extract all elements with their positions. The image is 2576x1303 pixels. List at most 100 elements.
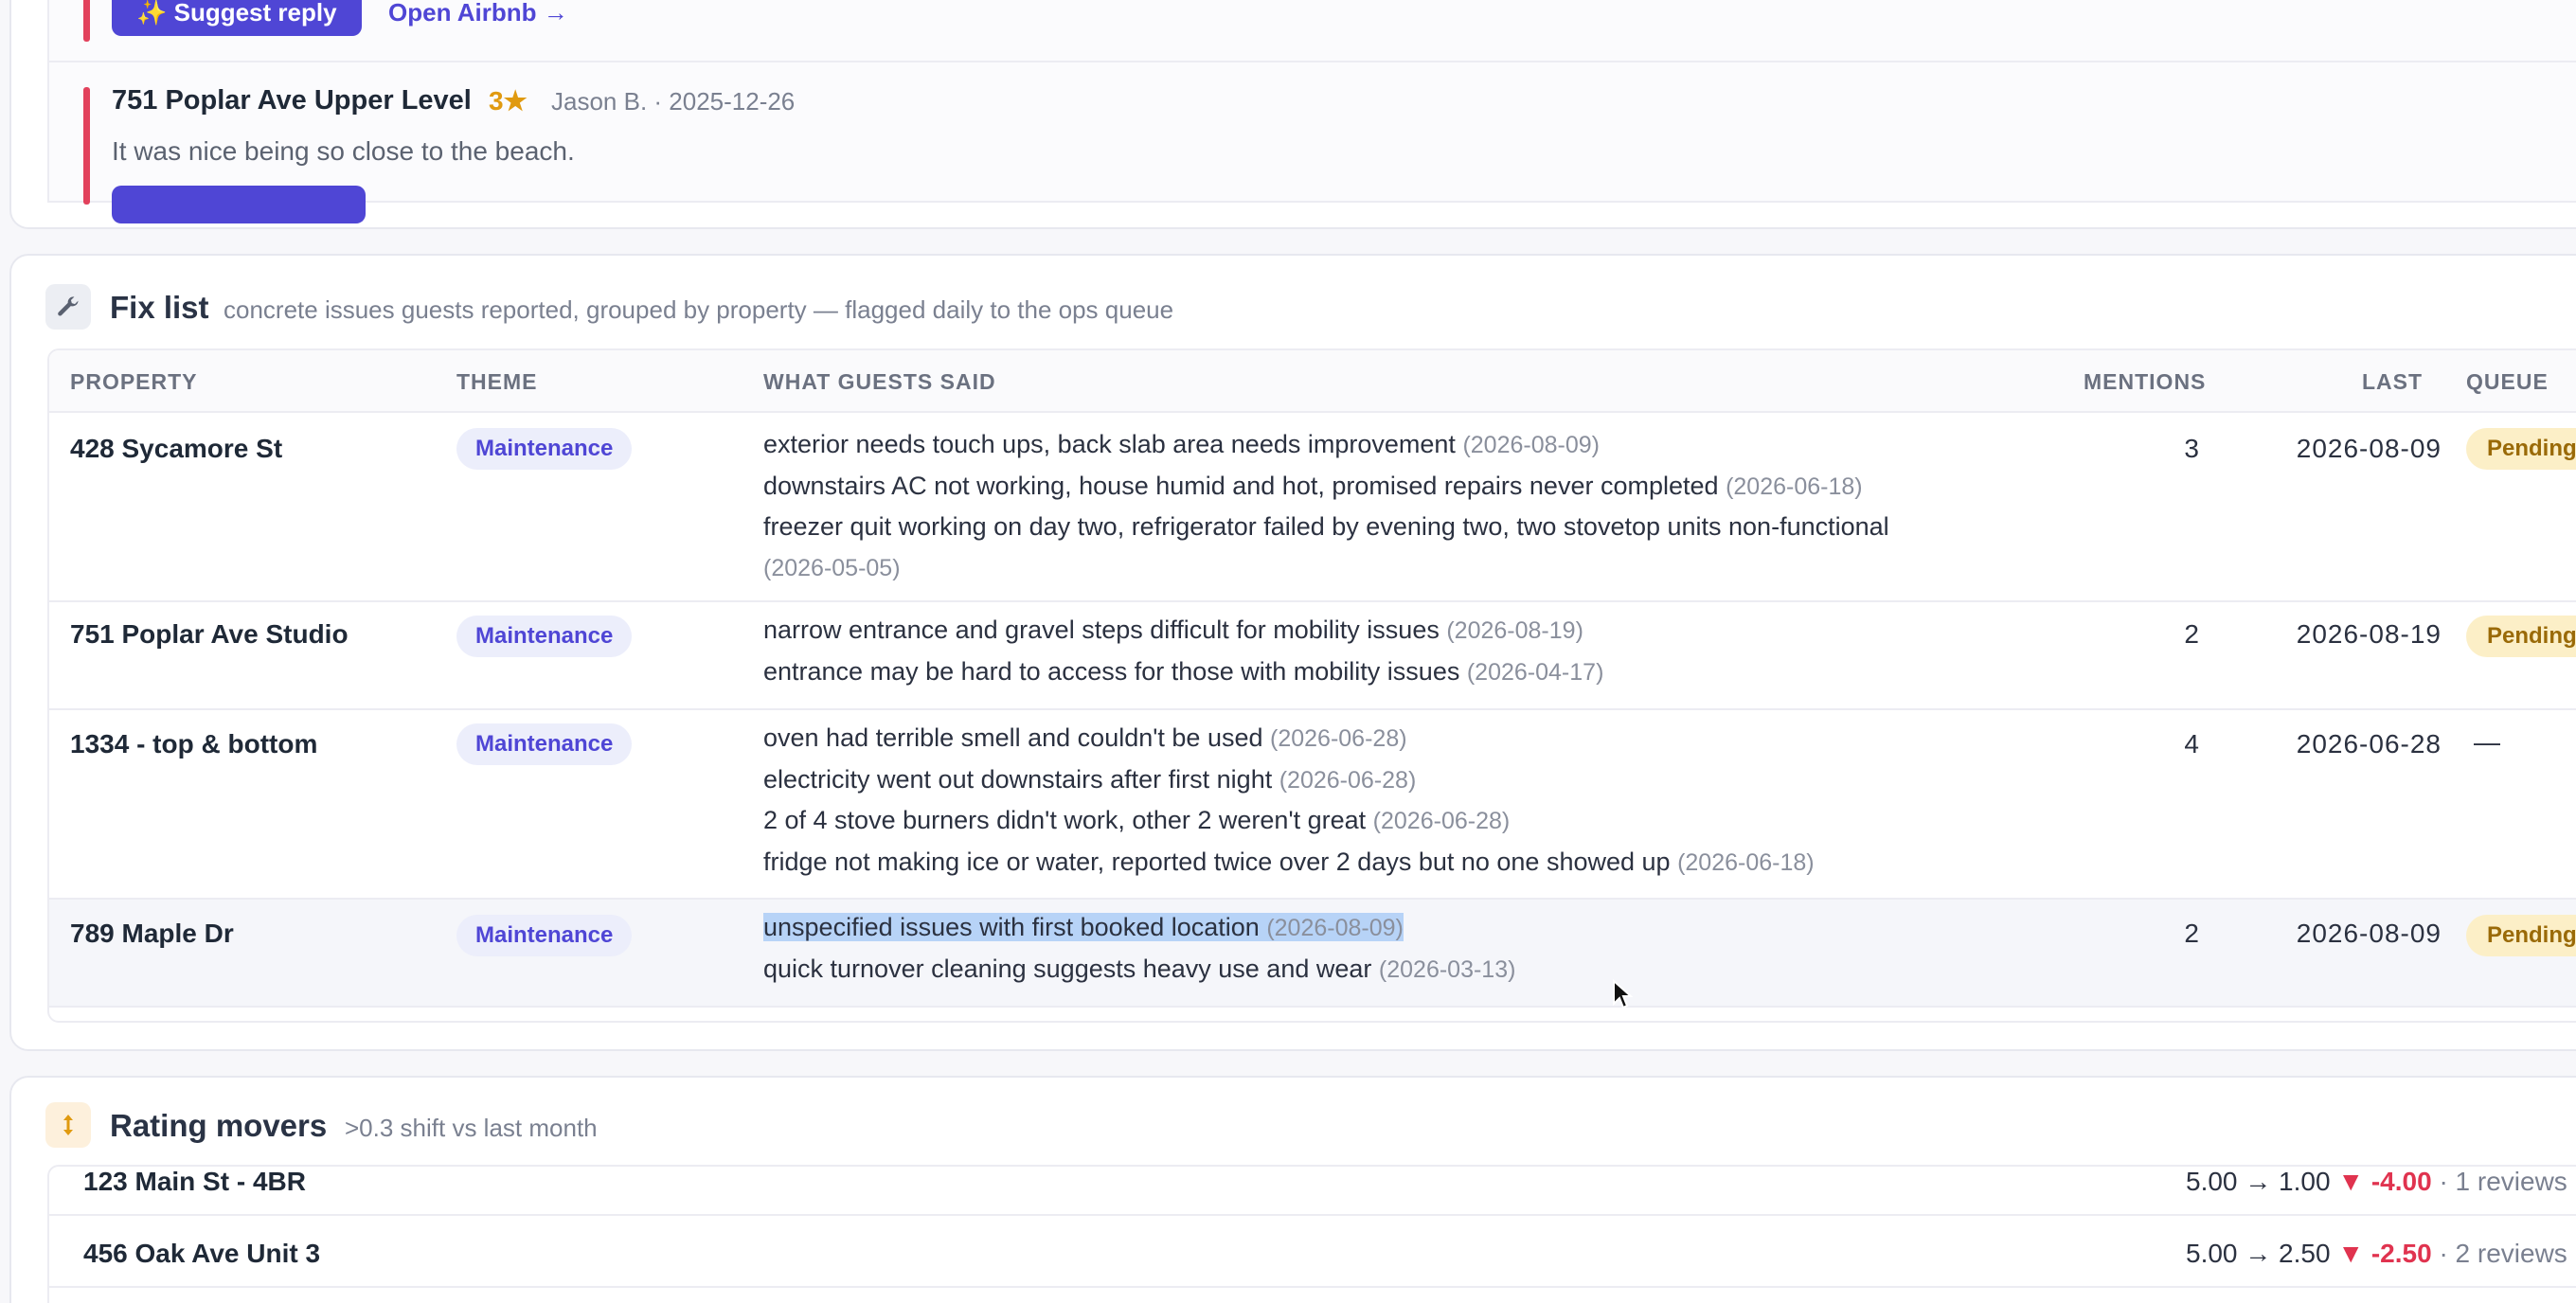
theme-badge: Maintenance — [456, 616, 633, 657]
column-header-said[interactable]: WHAT GUESTS SAID — [763, 350, 996, 413]
suggest-reply-button[interactable]: ✨ Suggest reply — [112, 0, 362, 36]
quote-text: downstairs AC not working, house humid a… — [763, 471, 1719, 500]
section-subtitle: >0.3 shift vs last month — [345, 1114, 598, 1142]
quote-text: freezer quit working on day two, refrige… — [763, 512, 1889, 541]
column-header-theme[interactable]: THEME — [456, 350, 538, 413]
property-name: 751 Poplar Ave Studio — [70, 619, 349, 649]
quote-text: fridge not making ice or water, reported… — [763, 847, 1671, 876]
quote-text: oven had terrible smell and couldn't be … — [763, 723, 1263, 752]
mouse-cursor-icon — [1613, 979, 1633, 1009]
list-item[interactable]: 456 Oak Ave Unit 3 5.00 → 2.50 ▼ -2.50 ·… — [49, 1216, 2576, 1288]
quote-text: narrow entrance and gravel steps difficu… — [763, 616, 1440, 644]
quote-date: (2026-06-28) — [1279, 766, 1417, 794]
mentions-count: 2 — [2184, 919, 2199, 948]
property-name: 789 Maple Dr — [70, 919, 234, 948]
last-date: 2026-06-28 — [2296, 729, 2442, 759]
rating-movers-card: Rating movers >0.3 shift vs last month 1… — [9, 1076, 2576, 1303]
quote-text: exterior needs touch ups, back slab area… — [763, 430, 1456, 458]
section-subtitle: concrete issues guests reported, grouped… — [224, 295, 1174, 324]
quote-text: entrance may be hard to access for those… — [763, 656, 1460, 686]
review-count: · 1 reviews — [2439, 1167, 2567, 1196]
property-name: 1334 - top & bottom — [70, 729, 318, 759]
section-title: Fix list — [110, 290, 209, 325]
reviews-card: ✨ Suggest reply Open Airbnb → 751 Poplar… — [9, 0, 2576, 229]
queue-status-badge[interactable]: Pending — [2466, 616, 2576, 657]
review-item: 751 Poplar Ave Upper Level 3★ Jason B. ·… — [47, 61, 2576, 223]
column-header-queue[interactable]: QUEUE — [2466, 350, 2549, 413]
quote-text: quick turnover cleaning suggests heavy u… — [763, 954, 1372, 983]
suggest-reply-button[interactable] — [112, 186, 366, 223]
table-row[interactable]: 1334 - top & bottom Maintenance oven had… — [49, 710, 2576, 900]
quote-date: (2026-06-28) — [1270, 725, 1407, 752]
mentions-count: 2 — [2184, 619, 2199, 649]
quote-line: freezer quit working on day two, refrige… — [763, 507, 1889, 547]
quote-line: entrance may be hard to access for those… — [763, 652, 1603, 693]
table-row[interactable]: 751 Poplar Ave Studio Maintenance narrow… — [49, 602, 2576, 710]
quote-date: (2026-08-19) — [1446, 617, 1583, 644]
quote-text: 2 of 4 stove burners didn't work, other … — [763, 806, 1367, 834]
quote-line: exterior needs touch ups, back slab area… — [763, 424, 1889, 466]
low-rating-marker — [83, 0, 90, 42]
last-date: 2026-08-09 — [2296, 919, 2442, 948]
review-item: ✨ Suggest reply Open Airbnb → — [47, 0, 2576, 62]
property-name: 456 Oak Ave Unit 3 — [83, 1239, 321, 1268]
column-header-property[interactable]: PROPERTY — [70, 350, 198, 413]
rating-delta: ▼ -4.00 — [2337, 1167, 2432, 1196]
quote-date: (2026-08-09) — [1462, 432, 1600, 458]
section-title: Rating movers — [110, 1108, 328, 1143]
table-row[interactable]: 428 Sycamore St Maintenance exterior nee… — [49, 413, 2576, 602]
quote-line: narrow entrance and gravel steps difficu… — [763, 610, 1603, 652]
guest-quotes: oven had terrible smell and couldn't be … — [763, 718, 1815, 883]
quote-text: unspecified issues with first booked loc… — [763, 913, 1260, 941]
property-name: 123 Main St - 4BR — [83, 1167, 306, 1196]
rating-movers-list: 123 Main St - 4BR 5.00 → 1.00 ▼ -4.00 · … — [47, 1165, 2576, 1303]
mentions-count: 4 — [2184, 729, 2199, 759]
guest-quotes: narrow entrance and gravel steps difficu… — [763, 610, 1603, 692]
review-text: It was nice being so close to the beach. — [112, 136, 575, 166]
table-row[interactable]: 789 Maple Dr Maintenance unspecified iss… — [49, 900, 2576, 1008]
quote-line: quick turnover cleaning suggests heavy u… — [763, 949, 1515, 991]
list-item[interactable]: 123 Main St - 4BR 5.00 → 1.00 ▼ -4.00 · … — [49, 1167, 2576, 1216]
rating-range: 5.00 → 2.50 — [2186, 1239, 2331, 1268]
fix-list-card: Fix list concrete issues guests reported… — [9, 254, 2576, 1051]
quote-line: electricity went out downstairs after fi… — [763, 759, 1815, 801]
queue-status-badge[interactable]: Pending — [2466, 915, 2576, 956]
quote-date: (2026-08-09) — [1266, 915, 1404, 941]
last-date: 2026-08-09 — [2296, 434, 2442, 463]
review-meta: Jason B. · 2025-12-26 — [551, 87, 796, 116]
theme-badge: Maintenance — [456, 428, 633, 470]
queue-status-empty: — — [2474, 727, 2500, 757]
quote-line: 2 of 4 stove burners didn't work, other … — [763, 800, 1815, 842]
rating-change: 5.00 → 1.00 ▼ -4.00 · 1 reviews — [2186, 1167, 2567, 1197]
quote-date: (2026-04-17) — [1466, 658, 1604, 686]
theme-badge: Maintenance — [456, 723, 633, 765]
up-down-arrows-icon — [45, 1102, 91, 1148]
quote-line: unspecified issues with first booked loc… — [763, 907, 1515, 949]
fix-list-table: PROPERTY THEME WHAT GUESTS SAID MENTIONS… — [47, 348, 2576, 1023]
column-header-mentions[interactable]: MENTIONS — [2084, 350, 2206, 413]
quote-text: electricity went out downstairs after fi… — [763, 764, 1273, 794]
review-rating: 3★ — [489, 86, 528, 116]
quote-date: (2026-06-18) — [1726, 473, 1863, 500]
quote-line: downstairs AC not working, house humid a… — [763, 466, 1889, 508]
quote-line: (2026-05-05) — [763, 547, 1889, 589]
open-airbnb-link[interactable]: Open Airbnb → — [388, 0, 568, 27]
property-name: 428 Sycamore St — [70, 434, 283, 463]
column-header-last[interactable]: LAST — [2362, 350, 2423, 413]
guest-quotes: unspecified issues with first booked loc… — [763, 907, 1515, 990]
review-property: 751 Poplar Ave Upper Level — [112, 85, 472, 116]
quote-date: (2026-03-13) — [1378, 955, 1516, 983]
wrench-icon — [45, 284, 91, 330]
review-count: · 2 reviews — [2439, 1239, 2567, 1268]
last-date: 2026-08-19 — [2296, 619, 2442, 649]
rating-range: 5.00 → 1.00 — [2186, 1167, 2331, 1196]
theme-badge: Maintenance — [456, 915, 633, 956]
mentions-count: 3 — [2184, 434, 2199, 463]
quote-line: oven had terrible smell and couldn't be … — [763, 718, 1815, 759]
quote-line: fridge not making ice or water, reported… — [763, 842, 1815, 884]
quote-date: (2026-06-18) — [1677, 848, 1815, 876]
low-rating-marker — [83, 87, 90, 205]
rating-delta: ▼ -2.50 — [2337, 1239, 2432, 1268]
queue-status-badge[interactable]: Pending — [2466, 428, 2576, 470]
quote-date: (2026-05-05) — [763, 554, 901, 581]
